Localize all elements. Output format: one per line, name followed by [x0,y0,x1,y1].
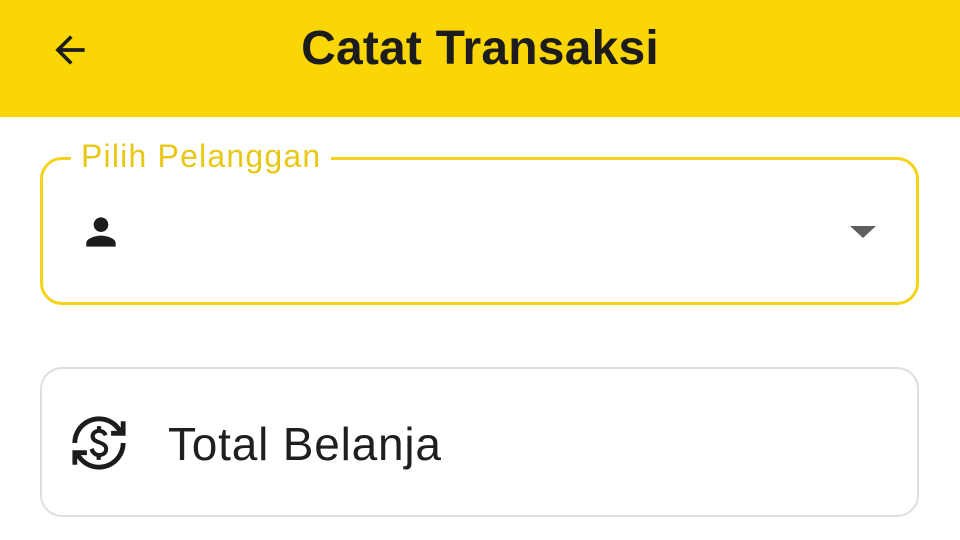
app-bar: Catat Transaksi [0,0,960,117]
page-title: Catat Transaksi [301,22,659,75]
person-icon [86,217,116,247]
total-belanja-label: Total Belanja [168,418,442,470]
currency-exchange-icon [72,416,126,470]
dropdown-arrow-icon[interactable] [850,226,876,238]
customer-select-field[interactable]: Pilih Pelanggan [40,136,919,305]
total-belanja-card[interactable]: Total Belanja [40,367,919,517]
customer-select-label: Pilih Pelanggan [71,136,332,176]
